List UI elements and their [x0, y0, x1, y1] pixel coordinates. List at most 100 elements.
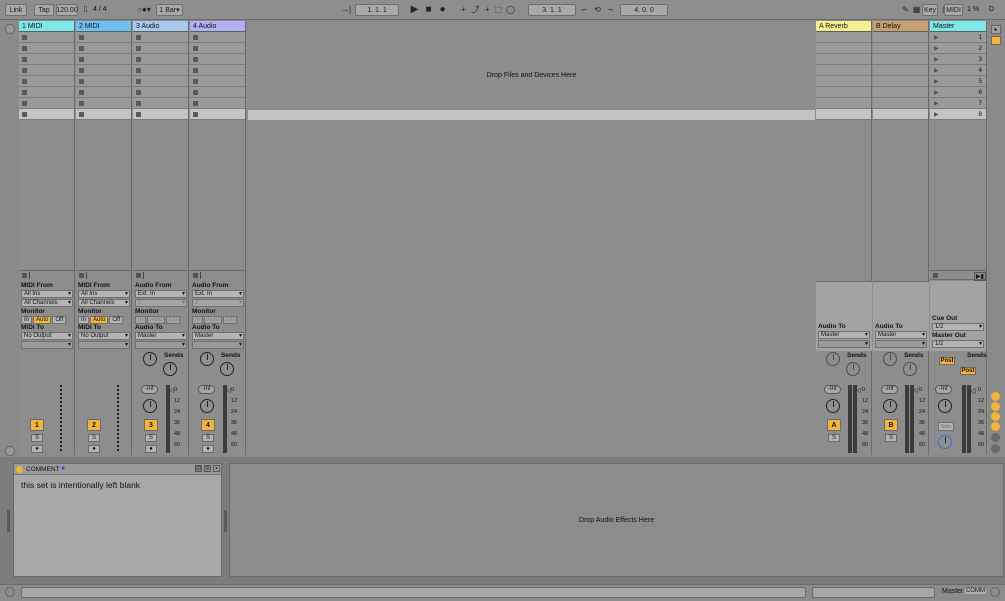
loop-icon[interactable]: ⟲	[592, 4, 603, 15]
input-type-dropdown[interactable]: Ext. In	[135, 290, 187, 298]
clip-slot[interactable]	[76, 109, 131, 120]
link-button[interactable]: Link	[5, 4, 27, 16]
clip-slot[interactable]	[190, 76, 245, 87]
clip-stop-icon[interactable]	[22, 112, 27, 117]
browser-toggle-icon[interactable]	[5, 24, 15, 34]
track-header[interactable]: 2 MIDI	[76, 21, 131, 32]
arm-button[interactable]: ●	[88, 445, 100, 453]
send-b-knob[interactable]	[846, 362, 860, 376]
returns-toggle-icon[interactable]	[991, 412, 1000, 421]
arrangement-position[interactable]: 1. 1. 1	[355, 4, 399, 16]
sig-numerator[interactable]: 4	[93, 6, 97, 13]
monitor-auto-button[interactable]: Auto	[204, 316, 223, 324]
track-header[interactable]: 3 Audio	[133, 21, 188, 32]
clip-stop-icon[interactable]	[136, 79, 141, 84]
scene-launch-icon[interactable]: ▶	[934, 67, 939, 74]
clip-slot[interactable]	[76, 76, 131, 87]
clip-stop-icon[interactable]	[136, 68, 141, 73]
input-channel-dropdown[interactable]: All Channels	[21, 299, 73, 307]
pan-knob[interactable]	[200, 399, 214, 413]
monitor-in-button[interactable]: In	[192, 316, 204, 324]
output-type-dropdown[interactable]: Master	[135, 332, 187, 340]
send-b-knob[interactable]	[903, 362, 917, 376]
scene-8[interactable]: ▶ 8	[930, 109, 986, 120]
scene-play-icon[interactable]: ▶▮	[974, 272, 986, 281]
clip-stop-icon[interactable]	[193, 68, 198, 73]
quantization-dropdown[interactable]: 1 Bar ▾	[156, 4, 183, 16]
device-right-handle[interactable]	[224, 510, 227, 532]
track-stop-icon[interactable]	[22, 273, 27, 278]
punch-in-icon[interactable]: ⌐	[579, 4, 590, 15]
input-type-dropdown[interactable]: Ext. In	[192, 290, 244, 298]
clip-stop-icon[interactable]	[193, 112, 198, 117]
clip-stop-icon[interactable]	[22, 46, 27, 51]
clip-stop-icon[interactable]	[193, 46, 198, 51]
volume-readout[interactable]: -Inf	[141, 385, 158, 394]
volume-arrow-icon[interactable]: ◁	[226, 387, 231, 394]
clip-slot[interactable]	[19, 32, 74, 43]
io-toggle-icon[interactable]	[991, 392, 1000, 401]
comment-settings-icon[interactable]: ●	[61, 465, 65, 472]
scene-launch-icon[interactable]: ▶	[934, 111, 939, 118]
clip-slot[interactable]	[190, 109, 245, 120]
scene-launch-icon[interactable]: ▶	[934, 89, 939, 96]
track-stop-icon[interactable]	[79, 273, 84, 278]
clip-stop-icon[interactable]	[193, 79, 198, 84]
input-type-dropdown[interactable]: All Ins	[78, 290, 130, 298]
session-record-icon[interactable]: ◯	[505, 4, 516, 15]
clip-stop-icon[interactable]	[136, 35, 141, 40]
master-cue-knob[interactable]	[938, 435, 952, 449]
clip-slot[interactable]	[133, 87, 188, 98]
output-type-dropdown[interactable]: Master	[192, 332, 244, 340]
info-view-toggle-icon[interactable]	[5, 587, 15, 597]
sends-toggle-icon[interactable]	[991, 402, 1000, 411]
scene-launch-icon[interactable]: ▶	[934, 100, 939, 107]
clip-slot[interactable]	[76, 98, 131, 109]
punch-out-icon[interactable]: ¬	[605, 4, 616, 15]
clip-slot[interactable]	[19, 76, 74, 87]
arm-button[interactable]: ●	[31, 445, 43, 453]
master-pan-knob[interactable]	[938, 399, 952, 413]
clip-slot[interactable]	[190, 32, 245, 43]
output-channel-dropdown[interactable]	[192, 341, 244, 349]
play-icon[interactable]: ▶	[409, 4, 420, 15]
output-channel-dropdown[interactable]	[78, 341, 130, 349]
clip-stop-icon[interactable]	[79, 79, 84, 84]
tempo-field[interactable]: 120.00	[56, 4, 78, 16]
monitor-in-button[interactable]: In	[21, 316, 33, 324]
clip-stop-icon[interactable]	[193, 57, 198, 62]
clip-stop-icon[interactable]	[136, 112, 141, 117]
return-volume-readout[interactable]: -Inf	[824, 385, 841, 394]
clip-slot[interactable]	[76, 65, 131, 76]
overdub-icon[interactable]: +	[458, 4, 469, 15]
loop-start-field[interactable]: 3. 1. 1	[528, 4, 576, 16]
draw-mode-icon[interactable]: ✎	[900, 4, 911, 15]
return-pan-knob[interactable]	[826, 399, 840, 413]
scene-6[interactable]: ▶ 6	[930, 87, 986, 98]
track-header[interactable]: 4 Audio	[190, 21, 245, 32]
solo-button[interactable]: S	[31, 434, 43, 442]
send-a-knob[interactable]	[200, 352, 214, 366]
clip-stop-icon[interactable]	[79, 101, 84, 106]
device-on-icon[interactable]	[16, 466, 23, 473]
track-activator-button[interactable]: 4	[201, 419, 215, 431]
clip-slot[interactable]	[133, 54, 188, 65]
return-output-channel-dropdown[interactable]	[818, 340, 870, 348]
master-volume-arrow-icon[interactable]: ◁	[970, 387, 975, 395]
track-delay-toggle-icon[interactable]	[991, 444, 1000, 453]
input-channel-dropdown[interactable]: 2	[192, 299, 244, 307]
clip-slot[interactable]	[190, 98, 245, 109]
clip-stop-icon[interactable]	[79, 112, 84, 117]
clip-slot[interactable]	[19, 87, 74, 98]
comment-fold-icon[interactable]: ⊟	[195, 465, 202, 472]
nudge-icon[interactable]: ⁞⁞	[80, 4, 91, 15]
status-comm-label[interactable]: COMM	[965, 588, 986, 594]
clip-stop-icon[interactable]	[22, 35, 27, 40]
send-b-knob[interactable]	[163, 362, 177, 376]
comment-hotswap-icon[interactable]: ⊘	[204, 465, 211, 472]
return-pan-knob[interactable]	[883, 399, 897, 413]
track-header[interactable]: 1 MIDI	[19, 21, 74, 32]
scene-launch-icon[interactable]: ▶	[934, 34, 939, 41]
solo-button[interactable]: S	[145, 434, 157, 442]
arm-button[interactable]: ●	[145, 445, 157, 453]
